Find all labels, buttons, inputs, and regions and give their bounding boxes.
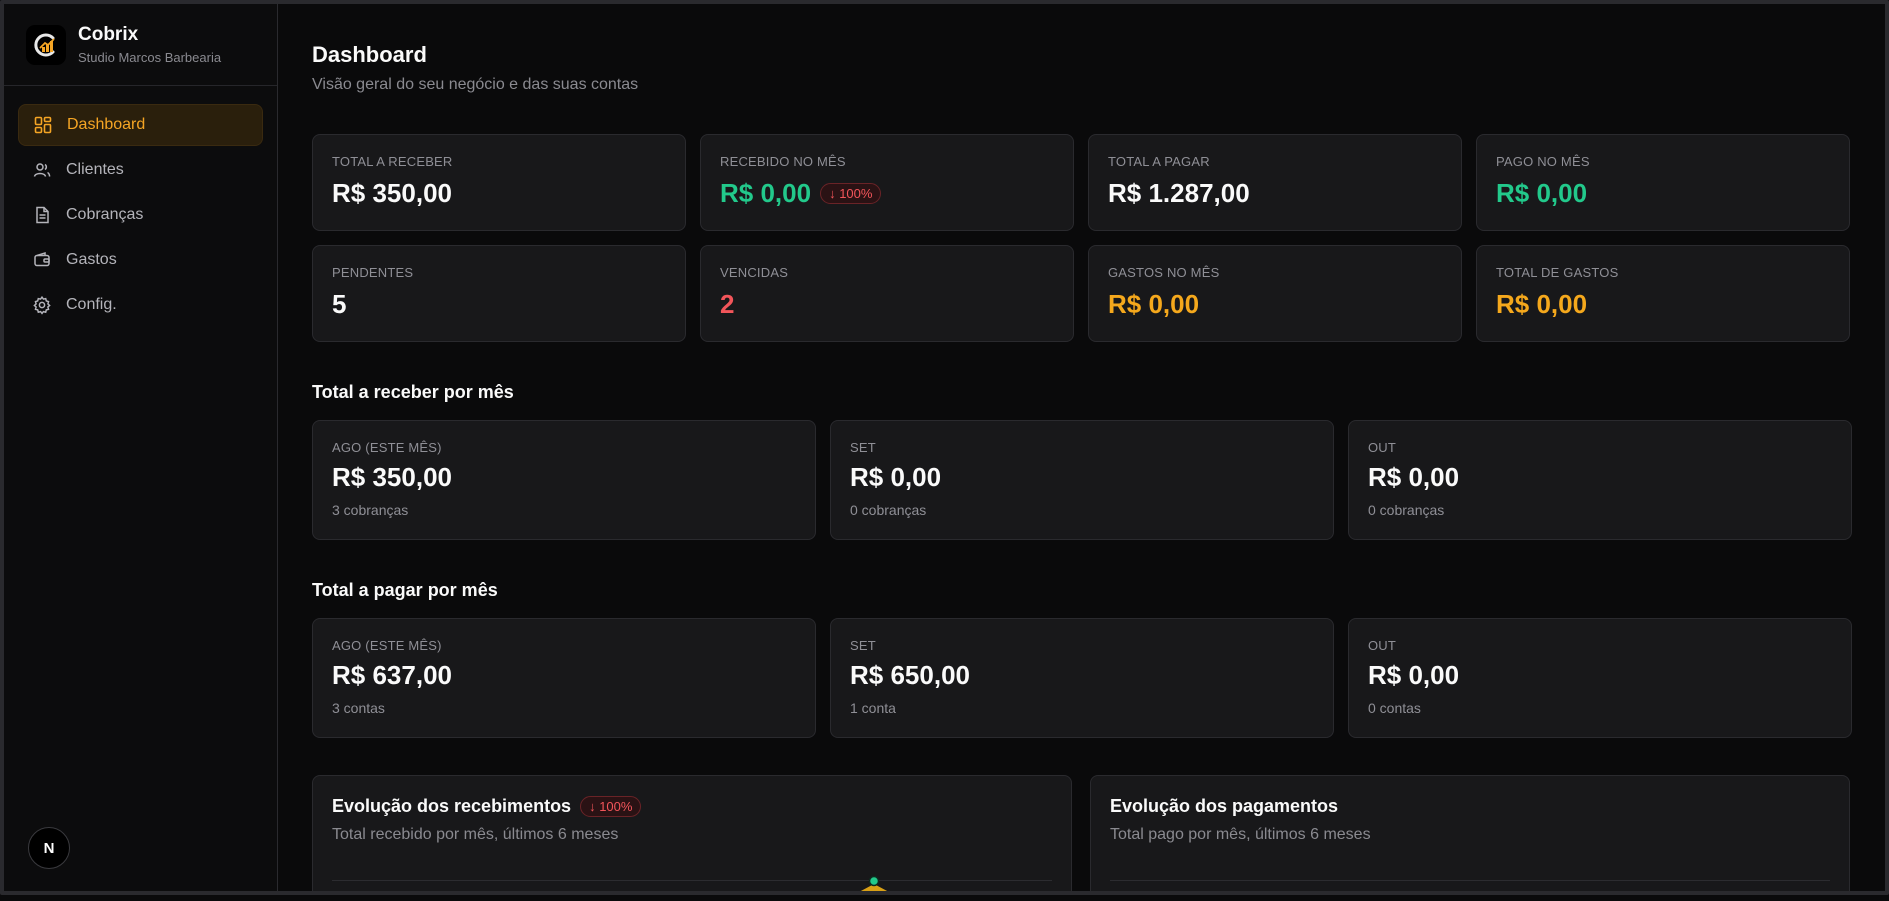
stat-label: VENCIDAS xyxy=(720,265,789,280)
stat-value: 5 xyxy=(332,289,347,319)
sidebar-item-label: Config. xyxy=(66,296,117,313)
chart-title: Evolução dos recebimentos xyxy=(332,796,572,816)
chart-gridline xyxy=(332,880,1052,881)
receivable-months: AGO (ESTE MÊS) R$ 350,00 3 cobranças SET… xyxy=(312,420,1852,540)
month-card: OUT R$ 0,00 0 cobranças xyxy=(1348,420,1852,540)
stat-label: RECEBIDO NO MÊS xyxy=(720,154,846,169)
month-value: R$ 350,00 xyxy=(332,462,452,492)
app-window: Cobrix Studio Marcos Barbearia Dashboard… xyxy=(0,0,1889,895)
month-card: SET R$ 650,00 1 conta xyxy=(830,618,1334,738)
month-note: 0 cobranças xyxy=(1368,502,1445,518)
month-card: SET R$ 0,00 0 cobranças xyxy=(830,420,1334,540)
main-content: Dashboard Visão geral do seu negócio e d… xyxy=(278,4,1885,891)
sidebar-item-label: Gastos xyxy=(66,251,117,268)
wallet-icon xyxy=(34,251,50,267)
users-icon xyxy=(33,163,51,177)
dashboard-icon xyxy=(34,116,52,134)
chart-data-marker-icon[interactable] xyxy=(857,876,891,891)
document-icon xyxy=(36,206,49,224)
stat-value: R$ 0,00 xyxy=(720,178,812,208)
month-card: OUT R$ 0,00 0 contas xyxy=(1348,618,1852,738)
stat-value: R$ 0,00 xyxy=(1496,178,1588,208)
charts-row: Evolução dos recebimentos ↓ 100% Total r… xyxy=(312,775,1852,891)
badge-letter: N xyxy=(43,839,55,857)
chart-subtitle: Total pago por mês, últimos 6 meses xyxy=(1110,826,1371,843)
stat-label: TOTAL A PAGAR xyxy=(1108,154,1210,169)
cobrix-logo-icon xyxy=(26,24,66,65)
stat-value: 2 xyxy=(720,289,735,319)
chart-title: Evolução dos pagamentos xyxy=(1110,796,1339,816)
trend-badge: ↓ 100% xyxy=(580,796,642,817)
chart-title-row: Evolução dos pagamentos xyxy=(1110,796,1830,817)
month-note: 3 cobranças xyxy=(332,502,409,518)
sidebar-item-cobrancas[interactable]: Cobranças xyxy=(18,194,263,236)
stat-value: R$ 0,00 xyxy=(1496,289,1588,319)
sidebar-item-label: Dashboard xyxy=(67,116,146,133)
stat-label: GASTOS NO MÊS xyxy=(1108,265,1220,280)
month-value: R$ 637,00 xyxy=(332,660,452,690)
brand-header: Cobrix Studio Marcos Barbearia xyxy=(4,4,277,86)
section-title-payable: Total a pagar por mês xyxy=(312,580,498,600)
stat-card-vencidas: VENCIDAS 2 xyxy=(700,245,1074,342)
chart-card-recebimentos: Evolução dos recebimentos ↓ 100% Total r… xyxy=(312,775,1072,891)
month-label: SET xyxy=(850,440,876,455)
stat-value: R$ 350,00 xyxy=(332,178,452,208)
month-value: R$ 650,00 xyxy=(850,660,970,690)
month-label: AGO (ESTE MÊS) xyxy=(332,638,442,653)
month-value: R$ 0,00 xyxy=(1368,660,1460,690)
stat-value: R$ 0,00 xyxy=(1108,289,1200,319)
month-card: AGO (ESTE MÊS) R$ 637,00 3 contas xyxy=(312,618,816,738)
next-badge-icon[interactable]: N xyxy=(28,827,70,869)
stat-card-total-a-pagar: TOTAL A PAGAR R$ 1.287,00 xyxy=(1088,134,1462,231)
chart-title-row: Evolução dos recebimentos ↓ 100% xyxy=(332,796,1052,817)
sidebar-item-label: Clientes xyxy=(66,161,124,178)
stat-label: TOTAL A RECEBER xyxy=(332,154,453,169)
chart-gridline xyxy=(1110,880,1830,881)
month-label: AGO (ESTE MÊS) xyxy=(332,440,442,455)
payable-months: AGO (ESTE MÊS) R$ 637,00 3 contas SET R$… xyxy=(312,618,1852,738)
stat-label: TOTAL DE GASTOS xyxy=(1496,265,1619,280)
chart-subtitle: Total recebido por mês, últimos 6 meses xyxy=(332,826,619,843)
stat-card-total-a-receber: TOTAL A RECEBER R$ 350,00 xyxy=(312,134,686,231)
page-subtitle: Visão geral do seu negócio e das suas co… xyxy=(312,76,639,93)
brand-name: Cobrix xyxy=(78,24,139,45)
stats-row-1: TOTAL A RECEBER R$ 350,00 RECEBIDO NO MÊ… xyxy=(312,134,1852,231)
month-note: 0 cobranças xyxy=(850,502,927,518)
stats-row-2: PENDENTES 5 VENCIDAS 2 GASTOS NO MÊS R$ … xyxy=(312,245,1852,342)
sidebar-item-config[interactable]: Config. xyxy=(18,284,263,326)
page-title: Dashboard xyxy=(312,42,427,67)
brand-text: Cobrix Studio Marcos Barbearia xyxy=(78,24,221,65)
stat-value-row: R$ 0,00 ↓ 100% xyxy=(720,178,1054,209)
stat-card-gastos-no-mes: GASTOS NO MÊS R$ 0,00 xyxy=(1088,245,1462,342)
stat-label: PENDENTES xyxy=(332,265,414,280)
chart-card-pagamentos: Evolução dos pagamentos Total pago por m… xyxy=(1090,775,1850,891)
brand-subtitle: Studio Marcos Barbearia xyxy=(78,50,222,65)
month-note: 1 conta xyxy=(850,700,896,716)
stat-label: PAGO NO MÊS xyxy=(1496,154,1590,169)
gear-icon xyxy=(33,295,51,315)
stat-card-pendentes: PENDENTES 5 xyxy=(312,245,686,342)
sidebar-item-gastos[interactable]: Gastos xyxy=(18,239,263,281)
month-label: SET xyxy=(850,638,876,653)
month-note: 0 contas xyxy=(1368,700,1421,716)
stat-card-pago-no-mes: PAGO NO MÊS R$ 0,00 xyxy=(1476,134,1850,231)
stat-card-total-de-gastos: TOTAL DE GASTOS R$ 0,00 xyxy=(1476,245,1850,342)
sidebar-item-label: Cobranças xyxy=(66,206,144,223)
month-value: R$ 0,00 xyxy=(1368,462,1460,492)
month-label: OUT xyxy=(1368,638,1397,653)
stat-value: R$ 1.287,00 xyxy=(1108,178,1250,208)
sidebar: Cobrix Studio Marcos Barbearia Dashboard… xyxy=(4,4,278,891)
section-title-receivable: Total a receber por mês xyxy=(312,382,514,402)
trend-badge: ↓ 100% xyxy=(820,183,882,204)
month-label: OUT xyxy=(1368,440,1397,455)
stat-card-recebido-no-mes: RECEBIDO NO MÊS R$ 0,00 ↓ 100% xyxy=(700,134,1074,231)
sidebar-item-clientes[interactable]: Clientes xyxy=(18,149,263,191)
sidebar-item-dashboard[interactable]: Dashboard xyxy=(18,104,263,146)
sidebar-nav: Dashboard Clientes Cobranças Gastos Conf… xyxy=(4,86,277,344)
month-note: 3 contas xyxy=(332,700,385,716)
month-value: R$ 0,00 xyxy=(850,462,942,492)
month-card: AGO (ESTE MÊS) R$ 350,00 3 cobranças xyxy=(312,420,816,540)
